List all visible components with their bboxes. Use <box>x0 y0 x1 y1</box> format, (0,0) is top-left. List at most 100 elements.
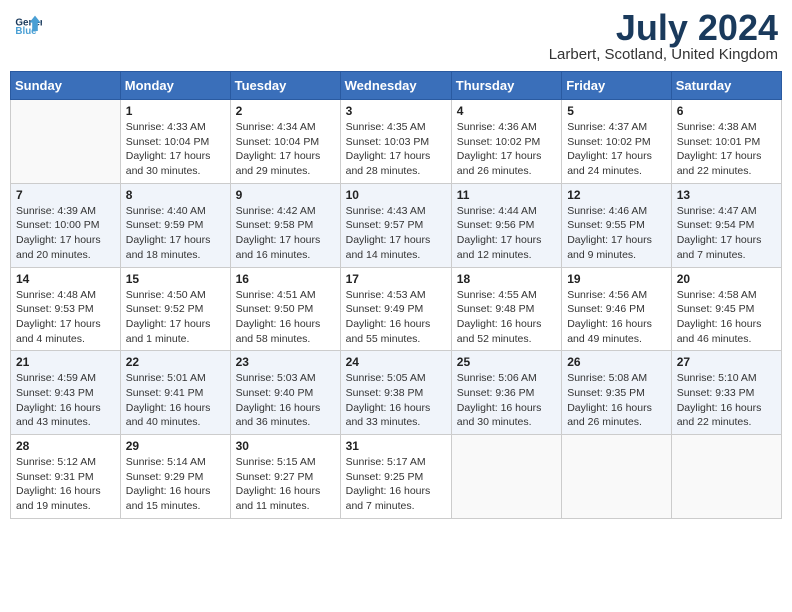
calendar-cell: 23 Sunrise: 5:03 AM Sunset: 9:40 PM Dayli… <box>230 351 340 435</box>
day-number: 18 <box>457 272 556 286</box>
day-number: 22 <box>126 355 225 369</box>
calendar-cell <box>671 435 781 519</box>
calendar-header-row: SundayMondayTuesdayWednesdayThursdayFrid… <box>11 72 782 100</box>
day-info: Sunrise: 4:55 AM Sunset: 9:48 PM Dayligh… <box>457 288 556 347</box>
day-header-friday: Friday <box>562 72 672 100</box>
calendar-cell: 8 Sunrise: 4:40 AM Sunset: 9:59 PM Daylig… <box>120 183 230 267</box>
calendar-table: SundayMondayTuesdayWednesdayThursdayFrid… <box>10 71 782 519</box>
day-info: Sunrise: 4:40 AM Sunset: 9:59 PM Dayligh… <box>126 204 225 263</box>
day-info: Sunrise: 5:06 AM Sunset: 9:36 PM Dayligh… <box>457 371 556 430</box>
location: Larbert, Scotland, United Kingdom <box>549 46 778 63</box>
day-info: Sunrise: 4:47 AM Sunset: 9:54 PM Dayligh… <box>677 204 776 263</box>
day-number: 10 <box>346 188 446 202</box>
calendar-cell: 1 Sunrise: 4:33 AM Sunset: 10:04 PM Dayli… <box>120 100 230 184</box>
day-info: Sunrise: 4:38 AM Sunset: 10:01 PM Daylig… <box>677 120 776 179</box>
calendar-cell: 2Sunrise: 4:34 AM Sunset: 10:04 PM Dayli… <box>230 100 340 184</box>
day-header-thursday: Thursday <box>451 72 561 100</box>
calendar-cell: 9 Sunrise: 4:42 AM Sunset: 9:58 PM Daylig… <box>230 183 340 267</box>
day-info: Sunrise: 4:36 AM Sunset: 10:02 PM Daylig… <box>457 120 556 179</box>
calendar-cell: 19Sunrise: 4:56 AM Sunset: 9:46 PM Dayli… <box>562 267 672 351</box>
calendar-cell: 20 Sunrise: 4:58 AM Sunset: 9:45 PM Dayli… <box>671 267 781 351</box>
calendar-cell: 17Sunrise: 4:53 AM Sunset: 9:49 PM Dayli… <box>340 267 451 351</box>
calendar-cell: 10 Sunrise: 4:43 AM Sunset: 9:57 PM Dayli… <box>340 183 451 267</box>
day-number: 6 <box>677 104 776 118</box>
calendar-cell: 4 Sunrise: 4:36 AM Sunset: 10:02 PM Dayli… <box>451 100 561 184</box>
logo: General Blue <box>14 10 42 38</box>
week-row-1: 1 Sunrise: 4:33 AM Sunset: 10:04 PM Dayli… <box>11 100 782 184</box>
day-number: 4 <box>457 104 556 118</box>
day-number: 20 <box>677 272 776 286</box>
day-info: Sunrise: 4:58 AM Sunset: 9:45 PM Dayligh… <box>677 288 776 347</box>
day-number: 19 <box>567 272 666 286</box>
day-number: 12 <box>567 188 666 202</box>
day-number: 14 <box>16 272 115 286</box>
calendar-cell: 26Sunrise: 5:08 AM Sunset: 9:35 PM Dayli… <box>562 351 672 435</box>
day-number: 5 <box>567 104 666 118</box>
calendar-cell: 13Sunrise: 4:47 AM Sunset: 9:54 PM Dayli… <box>671 183 781 267</box>
day-number: 17 <box>346 272 446 286</box>
calendar-cell: 7 Sunrise: 4:39 AM Sunset: 10:00 PM Dayli… <box>11 183 121 267</box>
day-number: 21 <box>16 355 115 369</box>
calendar-cell: 24Sunrise: 5:05 AM Sunset: 9:38 PM Dayli… <box>340 351 451 435</box>
calendar-cell: 21 Sunrise: 4:59 AM Sunset: 9:43 PM Dayli… <box>11 351 121 435</box>
day-number: 11 <box>457 188 556 202</box>
calendar-cell: 12 Sunrise: 4:46 AM Sunset: 9:55 PM Dayli… <box>562 183 672 267</box>
calendar-cell: 3 Sunrise: 4:35 AM Sunset: 10:03 PM Dayli… <box>340 100 451 184</box>
day-info: Sunrise: 5:15 AM Sunset: 9:27 PM Dayligh… <box>236 455 335 514</box>
calendar-cell: 6 Sunrise: 4:38 AM Sunset: 10:01 PM Dayli… <box>671 100 781 184</box>
day-info: Sunrise: 4:33 AM Sunset: 10:04 PM Daylig… <box>126 120 225 179</box>
calendar-cell: 27 Sunrise: 5:10 AM Sunset: 9:33 PM Dayli… <box>671 351 781 435</box>
day-number: 7 <box>16 188 115 202</box>
day-header-monday: Monday <box>120 72 230 100</box>
day-info: Sunrise: 4:37 AM Sunset: 10:02 PM Daylig… <box>567 120 666 179</box>
page-header: General Blue July 2024 Larbert, Scotland… <box>10 10 782 63</box>
day-info: Sunrise: 5:05 AM Sunset: 9:38 PM Dayligh… <box>346 371 446 430</box>
day-info: Sunrise: 4:42 AM Sunset: 9:58 PM Dayligh… <box>236 204 335 263</box>
day-info: Sunrise: 5:10 AM Sunset: 9:33 PM Dayligh… <box>677 371 776 430</box>
calendar-cell: 22 Sunrise: 5:01 AM Sunset: 9:41 PM Dayli… <box>120 351 230 435</box>
calendar-cell: 11 Sunrise: 4:44 AM Sunset: 9:56 PM Dayli… <box>451 183 561 267</box>
day-number: 2 <box>236 104 335 118</box>
day-info: Sunrise: 5:17 AM Sunset: 9:25 PM Dayligh… <box>346 455 446 514</box>
day-number: 16 <box>236 272 335 286</box>
calendar-cell: 14Sunrise: 4:48 AM Sunset: 9:53 PM Dayli… <box>11 267 121 351</box>
day-info: Sunrise: 4:44 AM Sunset: 9:56 PM Dayligh… <box>457 204 556 263</box>
day-number: 30 <box>236 439 335 453</box>
day-info: Sunrise: 5:03 AM Sunset: 9:40 PM Dayligh… <box>236 371 335 430</box>
calendar-cell: 18 Sunrise: 4:55 AM Sunset: 9:48 PM Dayli… <box>451 267 561 351</box>
calendar-cell: 5 Sunrise: 4:37 AM Sunset: 10:02 PM Dayli… <box>562 100 672 184</box>
title-area: July 2024 Larbert, Scotland, United King… <box>549 10 778 63</box>
day-info: Sunrise: 4:43 AM Sunset: 9:57 PM Dayligh… <box>346 204 446 263</box>
day-number: 31 <box>346 439 446 453</box>
week-row-5: 28Sunrise: 5:12 AM Sunset: 9:31 PM Dayli… <box>11 435 782 519</box>
day-header-sunday: Sunday <box>11 72 121 100</box>
day-info: Sunrise: 5:14 AM Sunset: 9:29 PM Dayligh… <box>126 455 225 514</box>
day-number: 26 <box>567 355 666 369</box>
calendar-cell: 25 Sunrise: 5:06 AM Sunset: 9:36 PM Dayli… <box>451 351 561 435</box>
day-number: 25 <box>457 355 556 369</box>
day-number: 1 <box>126 104 225 118</box>
calendar-cell: 31 Sunrise: 5:17 AM Sunset: 9:25 PM Dayli… <box>340 435 451 519</box>
day-info: Sunrise: 5:12 AM Sunset: 9:31 PM Dayligh… <box>16 455 115 514</box>
day-number: 15 <box>126 272 225 286</box>
day-number: 3 <box>346 104 446 118</box>
calendar-cell <box>562 435 672 519</box>
day-header-tuesday: Tuesday <box>230 72 340 100</box>
day-info: Sunrise: 5:01 AM Sunset: 9:41 PM Dayligh… <box>126 371 225 430</box>
day-number: 8 <box>126 188 225 202</box>
day-info: Sunrise: 4:50 AM Sunset: 9:52 PM Dayligh… <box>126 288 225 347</box>
calendar-cell: 30 Sunrise: 5:15 AM Sunset: 9:27 PM Dayli… <box>230 435 340 519</box>
day-number: 9 <box>236 188 335 202</box>
logo-icon: General Blue <box>14 10 42 38</box>
day-info: Sunrise: 4:39 AM Sunset: 10:00 PM Daylig… <box>16 204 115 263</box>
day-number: 27 <box>677 355 776 369</box>
day-header-saturday: Saturday <box>671 72 781 100</box>
week-row-4: 21 Sunrise: 4:59 AM Sunset: 9:43 PM Dayli… <box>11 351 782 435</box>
day-info: Sunrise: 4:35 AM Sunset: 10:03 PM Daylig… <box>346 120 446 179</box>
day-info: Sunrise: 4:46 AM Sunset: 9:55 PM Dayligh… <box>567 204 666 263</box>
day-header-wednesday: Wednesday <box>340 72 451 100</box>
calendar-cell: 16Sunrise: 4:51 AM Sunset: 9:50 PM Dayli… <box>230 267 340 351</box>
day-info: Sunrise: 4:59 AM Sunset: 9:43 PM Dayligh… <box>16 371 115 430</box>
week-row-3: 14Sunrise: 4:48 AM Sunset: 9:53 PM Dayli… <box>11 267 782 351</box>
day-number: 23 <box>236 355 335 369</box>
